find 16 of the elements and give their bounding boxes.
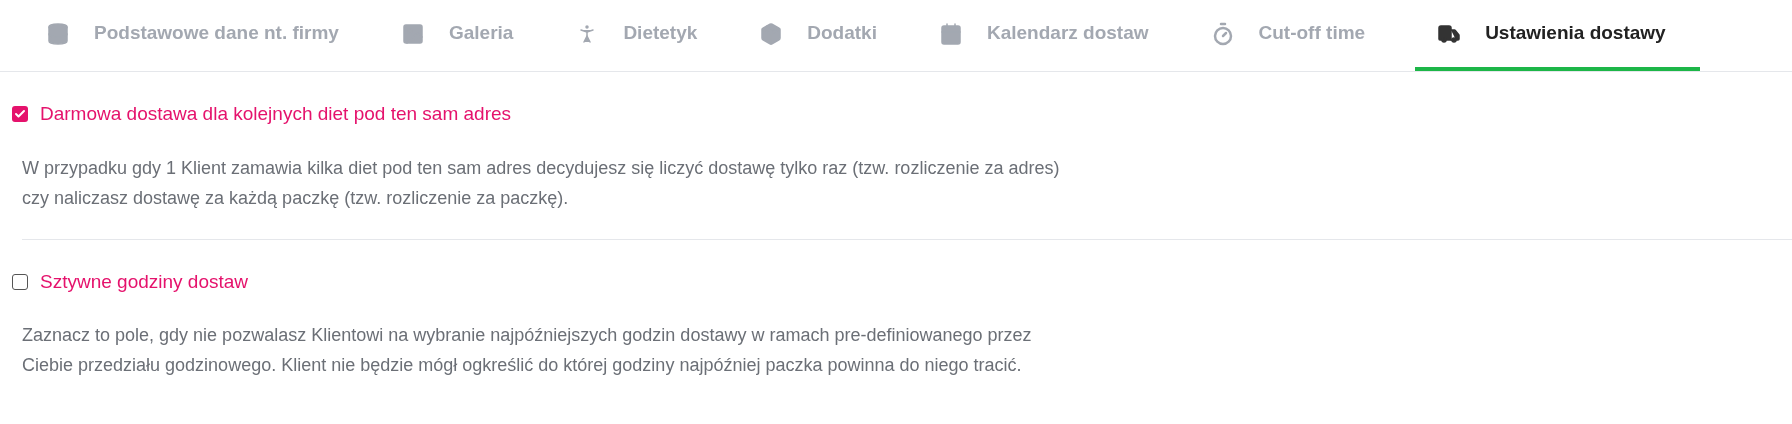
checkbox[interactable] bbox=[12, 106, 28, 123]
checkbox[interactable] bbox=[12, 273, 28, 290]
tab[interactable]: Dodatki bbox=[737, 0, 899, 71]
tab[interactable]: Podstawowe dane nt. firmy bbox=[24, 0, 361, 71]
tab[interactable]: Galeria bbox=[378, 0, 536, 71]
tab[interactable]: Dietetyk bbox=[553, 0, 720, 71]
calendar-icon bbox=[939, 21, 963, 46]
setting-description: W przypadku gdy 1 Klient zamawia kilka diet pod ten sam adres decydujesz się liczyć dostawę tylko raz (tzw. rozliczenie za adres) czy naliczasz dostawę za każdą paczkę (tzw. rozliczenie za paczkę). bbox=[22, 156, 1061, 210]
setting-label: Darmowa dostawa dla kolejnych diet pod ten sam adres bbox=[40, 102, 512, 126]
tab[interactable]: Ustawienia dostawy bbox=[1415, 0, 1700, 71]
tab[interactable]: Cut-off time bbox=[1188, 0, 1388, 71]
database-icon bbox=[46, 21, 70, 46]
tab[interactable]: Kalendarz dostaw bbox=[917, 0, 1171, 71]
setting-label: Sztywne godziny dostaw bbox=[40, 269, 249, 294]
check-icon bbox=[14, 108, 26, 121]
setting-description: Zaznacz to pole, gdy nie pozwalasz Klientowi na wybranie najpóźniejszych godzin dostawy w ramach pre-definiowanego przez Ciebie przedziału godzinowego. Klient nie będzie mógł ogkreślić do której godziny najpóźniej paczka powinna do niego tracić. bbox=[22, 324, 1033, 377]
